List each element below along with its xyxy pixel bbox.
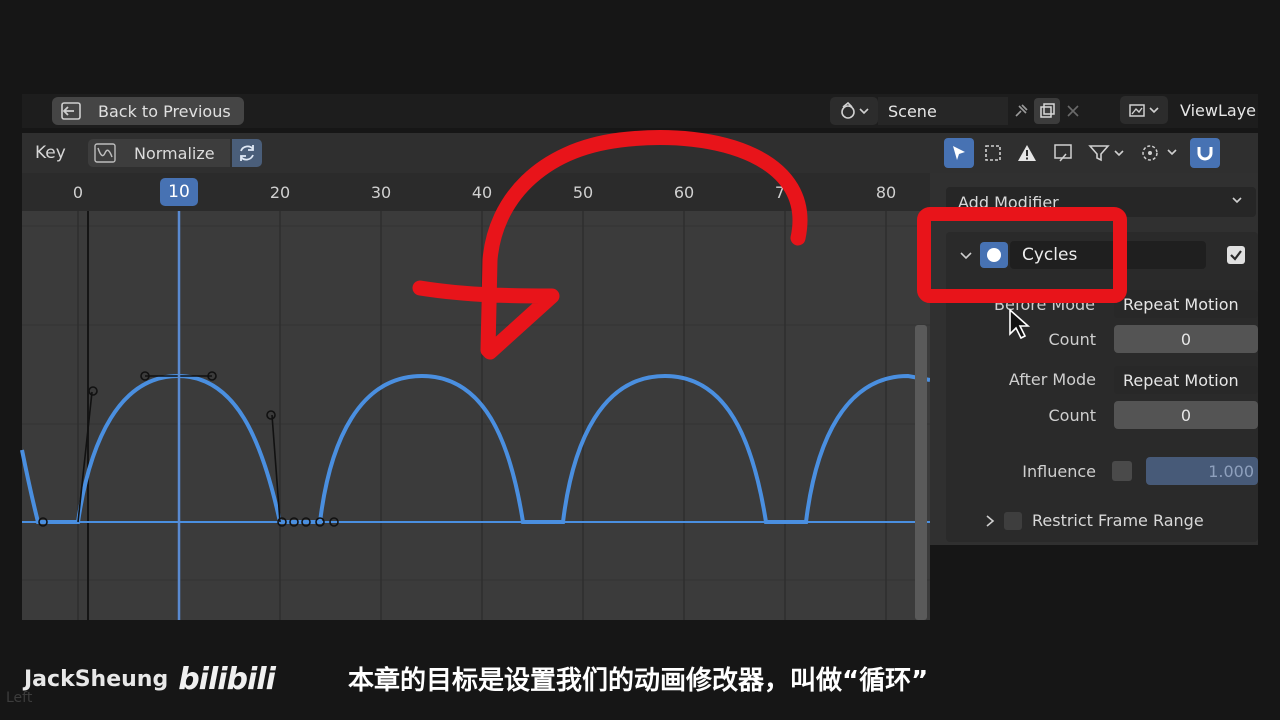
bilibili-logo: bilibili [178,662,276,697]
after-mode-dropdown[interactable]: Repeat Motion [1114,366,1258,394]
box-select-tool[interactable] [978,138,1008,168]
corner-text: Left [6,690,33,706]
after-count-field[interactable]: 0 [1114,401,1258,429]
after-mode-value: Repeat Motion [1123,370,1239,390]
tick-30: 30 [370,183,392,202]
channel-watermark: JackSheung bilibili [24,662,276,697]
influence-label: Influence [1022,462,1096,481]
tick-70: 7 [774,183,786,202]
back-arrow-icon [61,102,81,120]
before-count-value: 0 [1180,329,1192,349]
scene-browse[interactable] [830,97,878,125]
after-count-label: Count [1048,406,1096,425]
vertical-scrollbar[interactable] [915,325,927,620]
scene-name-field[interactable]: Scene [878,97,1008,125]
refresh-icon [240,145,254,161]
only-selected-tool[interactable] [1012,138,1042,168]
after-count-value: 0 [1180,405,1192,425]
subtitle-text: 本章的目标是设置我们的动画修改器，叫做“循环” [348,666,929,696]
restrict-checkbox[interactable] [1004,511,1022,530]
add-modifier-dropdown[interactable]: Add Modifier [946,187,1256,217]
tick-60: 60 [673,183,695,202]
pivot-icon [1142,145,1177,161]
show-handles-tool[interactable] [1046,138,1080,168]
warning-icon [1018,145,1036,161]
tick-20: 20 [269,183,291,202]
view-layer-selector[interactable]: ViewLaye [1120,96,1256,124]
tick-50: 50 [572,183,594,202]
current-frame-indicator[interactable]: 10 [160,178,198,206]
restrict-label: Restrict Frame Range [1032,511,1204,530]
back-to-previous-button[interactable]: Back to Previous [52,97,244,125]
modifier-enabled-checkbox[interactable] [1227,246,1245,264]
check-icon [1230,250,1242,261]
modifier-name: Cycles [1022,245,1078,265]
normalize-label: Normalize [134,143,215,163]
tick-40: 40 [471,183,493,202]
normalize-toggle[interactable]: Normalize [88,139,230,167]
influence-checkbox[interactable] [1112,461,1132,481]
before-count-field[interactable]: 0 [1114,325,1258,353]
chevron-down-icon [1232,197,1242,204]
channel-name: JackSheung [24,667,169,692]
auto-normalize-button[interactable] [232,139,262,167]
influence-field[interactable]: 1.000 [1146,457,1258,485]
back-label: Back to Previous [98,101,231,121]
snap-toggle[interactable] [1190,138,1220,168]
scene-icon [841,101,869,119]
handles-icon [1054,144,1072,162]
new-scene-icon[interactable] [1034,98,1060,124]
magnet-icon [1197,147,1213,161]
before-mode-dropdown[interactable]: Repeat Motion [1114,290,1258,318]
pin-icon[interactable] [1008,98,1034,124]
filter-icon [1088,145,1124,162]
graph-area[interactable] [22,173,930,620]
close-icon[interactable] [1060,98,1086,124]
scene-selector[interactable]: Scene [830,96,1086,126]
after-mode-label: After Mode [1008,370,1096,389]
add-modifier-label: Add Modifier [958,192,1059,212]
before-mode-value: Repeat Motion [1123,294,1239,314]
view-layer-browse[interactable] [1120,96,1168,124]
tick-0: 0 [72,183,84,202]
before-count-label: Count [1048,330,1096,349]
cursor-icon [953,146,965,160]
modifier-type-icon [980,242,1008,268]
filter-dropdown[interactable] [1084,138,1132,168]
render-layers-icon [1129,104,1159,117]
collapse-chevron-icon[interactable] [958,247,974,263]
view-layer-name: ViewLaye [1180,100,1256,120]
chevron-right-icon [986,514,995,527]
select-tool[interactable] [944,138,974,168]
influence-value: 1.000 [1208,461,1254,481]
before-mode-label: Before Mode [994,295,1095,314]
pivot-dropdown[interactable] [1136,138,1186,168]
box-select-icon [985,145,1001,161]
modifier-name-field[interactable]: Cycles [1010,241,1206,269]
normalize-icon [94,143,116,163]
header-tools [944,138,1220,168]
restrict-frame-range-row[interactable]: Restrict Frame Range [984,511,1204,530]
scene-name: Scene [888,101,937,121]
key-menu[interactable]: Key [35,143,66,163]
tick-80: 80 [875,183,897,202]
